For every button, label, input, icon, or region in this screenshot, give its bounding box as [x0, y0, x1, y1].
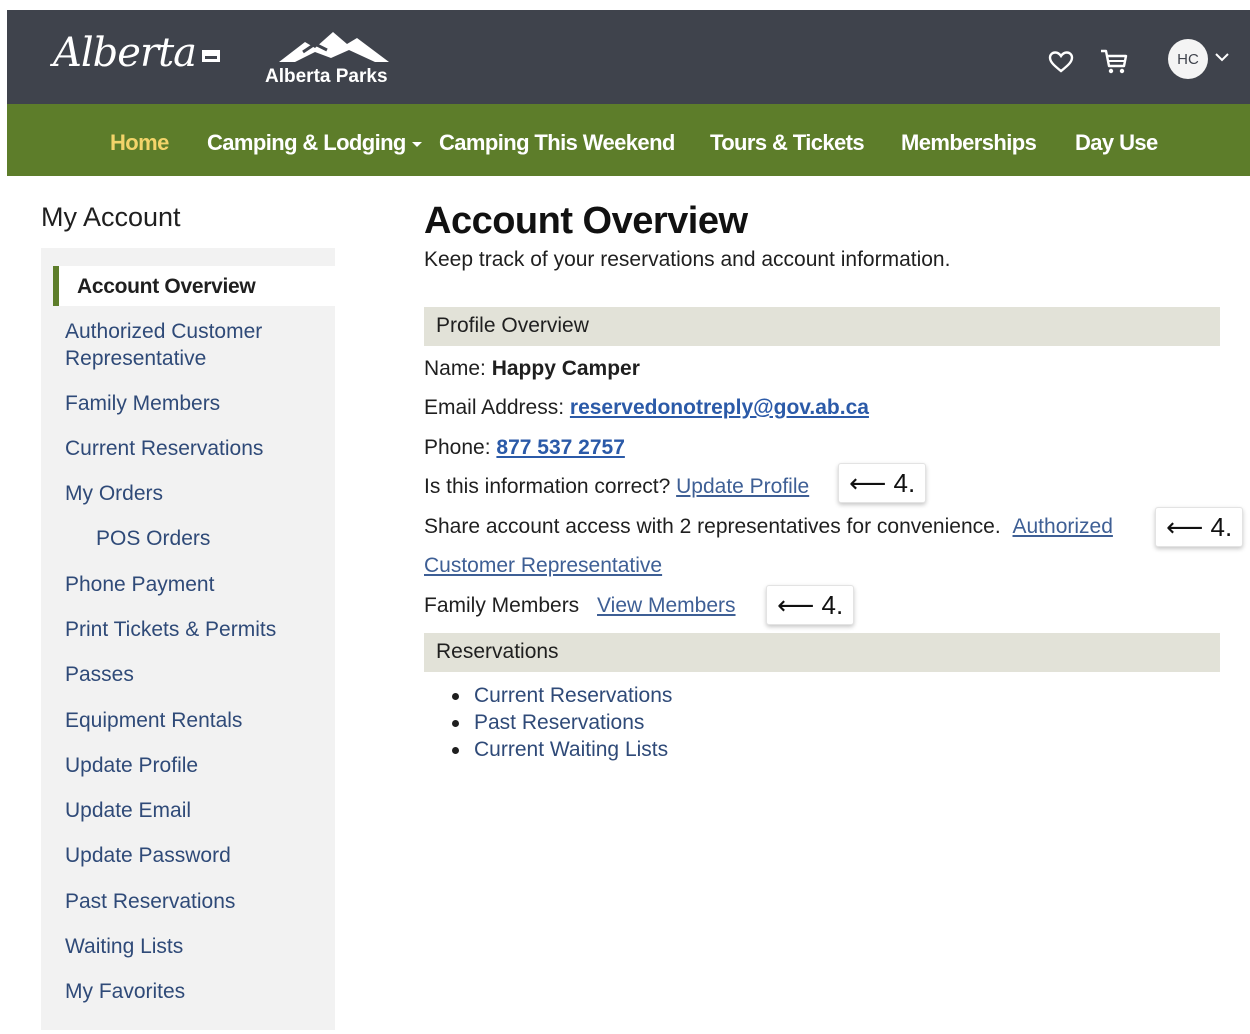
update-profile-link[interactable]: Update Profile	[676, 475, 809, 498]
heart-icon	[1048, 51, 1074, 73]
logo-flag-icon	[202, 50, 220, 62]
page-subtitle: Keep track of your reservations and acco…	[424, 248, 951, 271]
name-value: Happy Camper	[491, 357, 640, 380]
sidebar-item-my-orders[interactable]: My Orders	[65, 480, 163, 507]
share-access-row-cont: Customer Representative	[424, 554, 662, 578]
annotation-callout: ⟵ 4.	[766, 585, 855, 625]
sidebar-item-update-password[interactable]: Update Password	[65, 842, 231, 869]
sidebar-item-label: Account Overview	[77, 275, 256, 298]
nav-memberships[interactable]: Memberships	[901, 130, 1037, 156]
phone-link[interactable]: 877 537 2757	[496, 436, 624, 459]
sidebar-item-equipment-rentals[interactable]: Equipment Rentals	[65, 707, 242, 734]
alberta-logo[interactable]: Alberta	[53, 30, 220, 76]
sidebar-item-authorized-customer-cont[interactable]: Representative	[65, 345, 206, 372]
nav-tours-tickets[interactable]: Tours & Tickets	[710, 130, 865, 156]
correct-question: Is this information correct?	[424, 475, 671, 498]
authorized-rep-link[interactable]: Authorized	[1013, 515, 1113, 538]
email-label: Email Address:	[424, 396, 565, 419]
sidebar-item-account-overview[interactable]: Account Overview	[53, 266, 335, 306]
nav-camping-this-weekend[interactable]: Camping This Weekend	[439, 130, 675, 156]
account-sidebar: Account Overview Authorized Customer Rep…	[41, 248, 335, 1030]
nav-camping-lodging[interactable]: Camping & Lodging	[207, 130, 422, 156]
avatar-initials: HC	[1177, 50, 1199, 68]
cart-icon	[1101, 49, 1128, 74]
sidebar-item-passes[interactable]: Passes	[65, 661, 134, 688]
sidebar-item-pos-orders[interactable]: POS Orders	[96, 525, 210, 552]
user-avatar[interactable]: HC	[1168, 39, 1208, 79]
chevron-down-icon[interactable]	[1213, 48, 1231, 66]
sidebar-title: My Account	[41, 202, 181, 232]
family-members-label: Family Members	[424, 594, 580, 617]
site-header: Alberta Alberta Parks HC	[7, 10, 1250, 104]
sidebar-item-past-reservations[interactable]: Past Reservations	[65, 888, 235, 915]
nav-home[interactable]: Home	[110, 130, 169, 156]
profile-correct-row: Is this information correct? Update Prof…	[424, 475, 809, 499]
reservations-header: Reservations	[424, 633, 1220, 672]
favorites-button[interactable]	[1046, 47, 1076, 77]
alberta-parks-text: Alberta Parks	[265, 66, 388, 87]
profile-name-row: Name: Happy Camper	[424, 357, 640, 381]
reservations-list: Current Reservations Past Reservations C…	[452, 682, 672, 763]
email-link[interactable]: reservedonotreply@gov.ab.ca	[570, 396, 869, 419]
name-label: Name:	[424, 357, 486, 380]
section-title: Profile Overview	[436, 314, 589, 337]
annotation-callout: ⟵ 4.	[1155, 507, 1244, 547]
main-nav: Home Camping & Lodging Camping This Week…	[7, 104, 1250, 176]
cart-button[interactable]	[1099, 47, 1129, 77]
sidebar-item-family-members[interactable]: Family Members	[65, 390, 220, 417]
phone-label: Phone:	[424, 436, 491, 459]
sidebar-item-phone-payment[interactable]: Phone Payment	[65, 571, 214, 598]
authorized-rep-link-cont[interactable]: Customer Representative	[424, 554, 662, 577]
annotation-callout: ⟵ 4.	[838, 463, 927, 503]
family-members-row: Family Members View Members	[424, 594, 736, 618]
list-item[interactable]: Past Reservations	[452, 709, 672, 736]
sidebar-item-current-reservations[interactable]: Current Reservations	[65, 435, 263, 462]
sidebar-item-my-favorites[interactable]: My Favorites	[65, 978, 185, 1005]
sidebar-item-waiting-lists[interactable]: Waiting Lists	[65, 933, 183, 960]
caret-down-icon	[411, 141, 422, 147]
sidebar-item-print-tickets[interactable]: Print Tickets & Permits	[65, 616, 276, 643]
sidebar-item-authorized-customer[interactable]: Authorized Customer	[65, 318, 262, 345]
profile-email-row: Email Address: reservedonotreply@gov.ab.…	[424, 396, 869, 420]
share-access-text: Share account access with 2 representati…	[424, 515, 1001, 538]
nav-camping-lodging-label: Camping & Lodging	[207, 130, 406, 155]
page-title: Account Overview	[424, 200, 748, 242]
alberta-parks-logo[interactable]: Alberta Parks	[263, 28, 403, 88]
share-access-row: Share account access with 2 representati…	[424, 515, 1113, 539]
profile-phone-row: Phone: 877 537 2757	[424, 436, 625, 460]
view-members-link[interactable]: View Members	[597, 594, 736, 617]
mountains-icon	[279, 32, 389, 62]
alberta-logo-text: Alberta	[53, 30, 197, 76]
sidebar-item-update-email[interactable]: Update Email	[65, 797, 191, 824]
section-title: Reservations	[436, 640, 559, 663]
sidebar-item-update-profile[interactable]: Update Profile	[65, 752, 198, 779]
list-item[interactable]: Current Waiting Lists	[452, 736, 672, 763]
list-item[interactable]: Current Reservations	[452, 682, 672, 709]
profile-overview-header: Profile Overview	[424, 307, 1220, 346]
nav-day-use[interactable]: Day Use	[1075, 130, 1158, 156]
